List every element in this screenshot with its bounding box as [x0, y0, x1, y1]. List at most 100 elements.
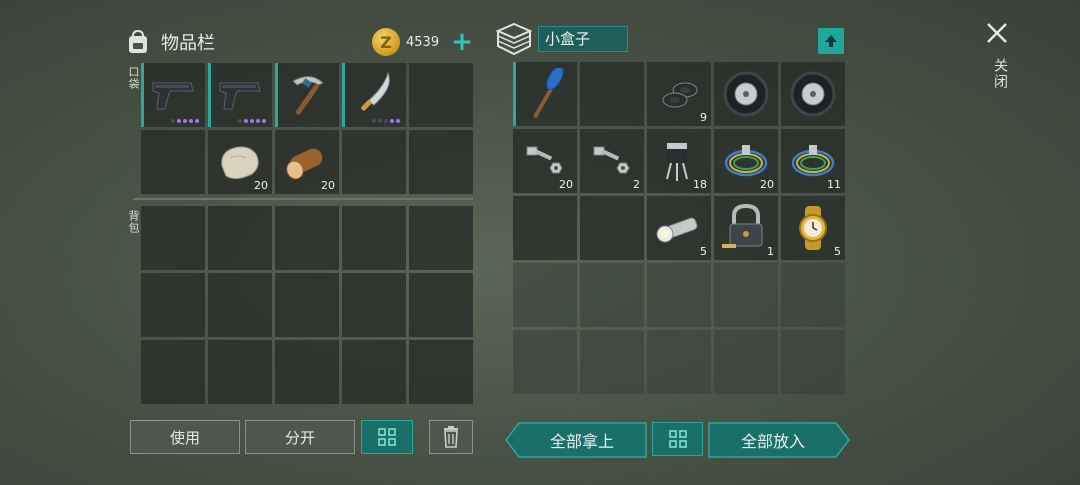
- rarity-dot: [256, 119, 260, 123]
- sort-button[interactable]: [361, 420, 413, 454]
- paddle-icon: [533, 68, 564, 118]
- item-quantity: 20: [760, 178, 774, 191]
- tire-icon: [790, 71, 836, 117]
- inventory-slot[interactable]: [647, 263, 711, 327]
- inventory-slot[interactable]: [342, 340, 406, 404]
- rarity-dots: [372, 119, 400, 123]
- inventory-slot[interactable]: [342, 206, 406, 270]
- inventory-slot[interactable]: 20: [714, 129, 778, 193]
- inventory-slot[interactable]: [141, 63, 205, 127]
- inventory-slot[interactable]: [647, 330, 711, 394]
- inventory-slot[interactable]: 18: [647, 129, 711, 193]
- rarity-dot: [250, 119, 254, 123]
- item-quantity: 1: [767, 245, 774, 258]
- durability-bar: [513, 62, 516, 126]
- inventory-slot[interactable]: [208, 273, 272, 337]
- item-quantity: 5: [700, 245, 707, 258]
- container-sort-button[interactable]: [652, 422, 703, 456]
- inventory-slot[interactable]: [580, 330, 644, 394]
- inventory-slot[interactable]: [781, 62, 845, 126]
- use-button[interactable]: 使用: [130, 420, 240, 454]
- container-scroll[interactable]: 9 20 2 18 20 11 5 1 5: [513, 62, 845, 404]
- item-quantity: 2: [633, 178, 640, 191]
- inventory-slot[interactable]: [275, 206, 339, 270]
- inventory-slot[interactable]: 5: [781, 196, 845, 260]
- rarity-dot: [189, 119, 193, 123]
- inventory-slot[interactable]: [342, 130, 406, 194]
- rarity-dot: [378, 119, 382, 123]
- coin-counter: Z 4539 +: [372, 28, 473, 56]
- item-quantity: 18: [693, 178, 707, 191]
- durability-bar: [208, 63, 211, 127]
- pickaxe-icon: [292, 76, 324, 115]
- inventory-slot[interactable]: [409, 340, 473, 404]
- gaskets-icon: [662, 82, 698, 108]
- inventory-slot[interactable]: [141, 130, 205, 194]
- inventory-slot[interactable]: 1: [714, 196, 778, 260]
- inventory-slot[interactable]: [275, 340, 339, 404]
- inventory-slot[interactable]: [275, 63, 339, 127]
- inventory-slot[interactable]: [513, 330, 577, 394]
- inventory-slot[interactable]: 2: [580, 129, 644, 193]
- rarity-dot: [238, 119, 242, 123]
- container-name-field[interactable]: 小盒子: [538, 26, 628, 52]
- inventory-slot[interactable]: [513, 196, 577, 260]
- trash-icon: [444, 426, 458, 448]
- inventory-slot[interactable]: [208, 63, 272, 127]
- inventory-slot[interactable]: [714, 330, 778, 394]
- inventory-slot[interactable]: [580, 196, 644, 260]
- close-icon[interactable]: [984, 20, 1010, 46]
- pocket-grid: 20 20: [141, 63, 473, 194]
- inventory-header: 物品栏: [125, 24, 215, 60]
- inventory-slot[interactable]: 20: [275, 130, 339, 194]
- close-label[interactable]: 关闭: [990, 58, 1010, 90]
- flashlight-icon: [656, 217, 698, 243]
- inventory-slot[interactable]: [409, 206, 473, 270]
- inventory-slot[interactable]: [409, 130, 473, 194]
- inventory-slot[interactable]: [275, 273, 339, 337]
- inventory-slot[interactable]: [781, 330, 845, 394]
- inventory-slot[interactable]: 20: [208, 130, 272, 194]
- pocket-label: 口袋: [127, 66, 140, 90]
- item-quantity: 20: [559, 178, 573, 191]
- rarity-dot: [372, 119, 376, 123]
- inventory-slot[interactable]: [781, 263, 845, 327]
- inventory-slot[interactable]: 11: [781, 129, 845, 193]
- inventory-slot[interactable]: [714, 263, 778, 327]
- inventory-slot[interactable]: [141, 340, 205, 404]
- take-all-button[interactable]: 全部拿上: [519, 423, 645, 457]
- item-quantity: 11: [827, 178, 841, 191]
- inventory-slot[interactable]: [580, 263, 644, 327]
- inventory-slot[interactable]: [714, 62, 778, 126]
- inventory-slot[interactable]: [409, 273, 473, 337]
- split-button[interactable]: 分开: [245, 420, 355, 454]
- inventory-slot[interactable]: 9: [647, 62, 711, 126]
- inventory-slot[interactable]: [141, 206, 205, 270]
- inventory-slot[interactable]: 20: [513, 129, 577, 193]
- rarity-dot: [244, 119, 248, 123]
- upload-button[interactable]: [818, 28, 844, 54]
- inventory-slot[interactable]: [513, 263, 577, 327]
- bolt-icon: [593, 146, 630, 174]
- box-icon: [496, 22, 532, 56]
- durability-bar: [342, 63, 345, 127]
- rarity-dot: [262, 119, 266, 123]
- inventory-slot[interactable]: [141, 273, 205, 337]
- inventory-slot[interactable]: [513, 62, 577, 126]
- inventory-slot[interactable]: [409, 63, 473, 127]
- inventory-slot[interactable]: [580, 62, 644, 126]
- inventory-slot[interactable]: [342, 273, 406, 337]
- padlock-icon: [722, 203, 763, 248]
- inventory-slot[interactable]: 5: [647, 196, 711, 260]
- item-quantity: 20: [321, 179, 335, 192]
- item-quantity: 9: [700, 111, 707, 124]
- inventory-slot[interactable]: [208, 206, 272, 270]
- machete-icon: [361, 71, 390, 111]
- inventory-slot[interactable]: [342, 63, 406, 127]
- rarity-dot: [183, 119, 187, 123]
- put-all-button[interactable]: 全部放入: [710, 423, 836, 457]
- add-coins-button[interactable]: +: [451, 29, 473, 55]
- pistol-icon: [152, 82, 194, 110]
- trash-button[interactable]: [429, 420, 473, 454]
- inventory-slot[interactable]: [208, 340, 272, 404]
